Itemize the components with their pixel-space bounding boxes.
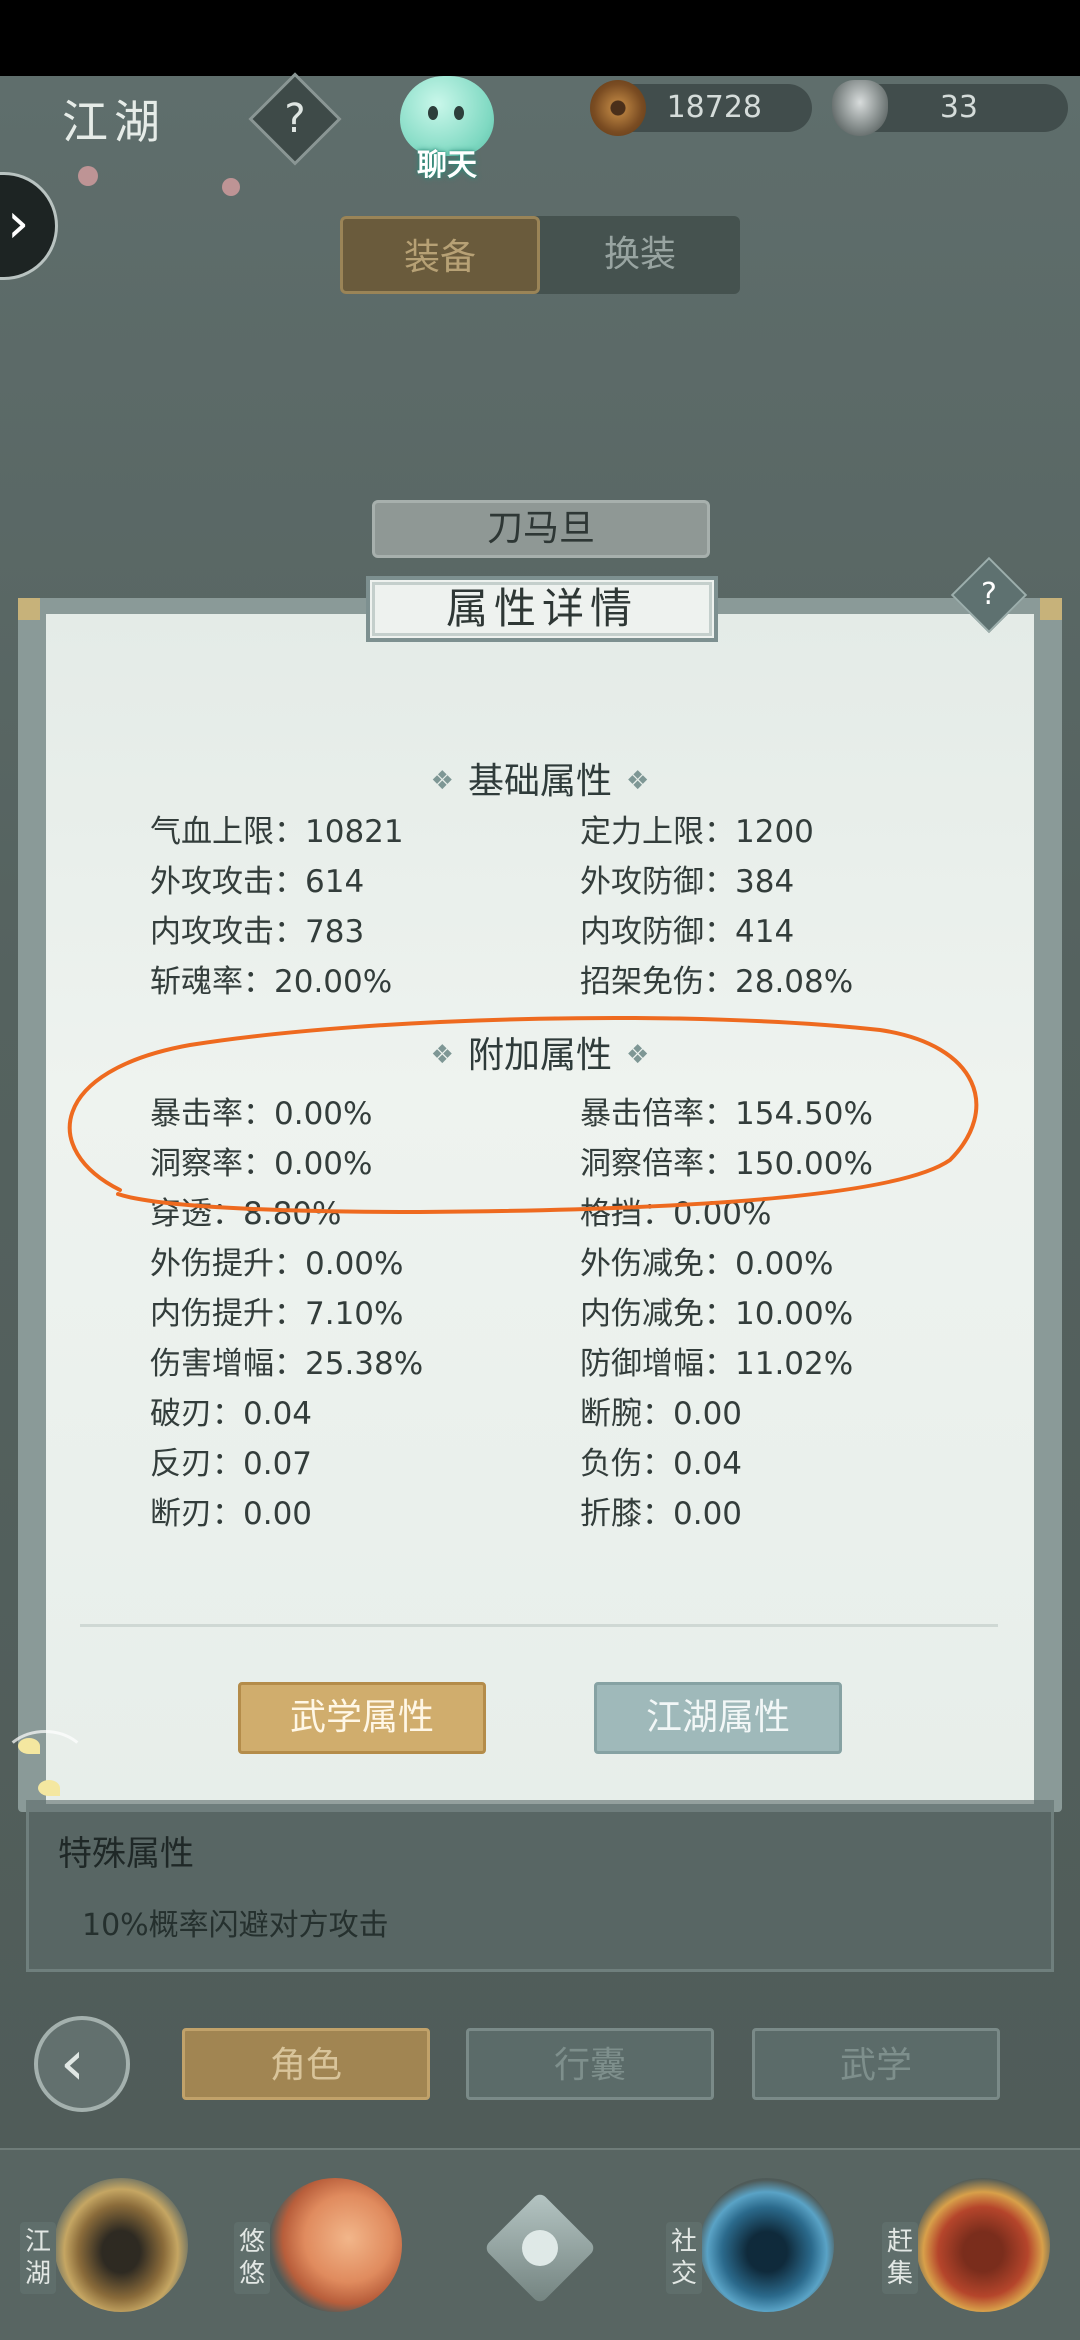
plum-blossom-icon: [222, 178, 240, 196]
straw-hat-icon: [54, 2178, 188, 2312]
basic-section-title: ❖ 基础属性 ❖: [430, 761, 650, 802]
stat-item: 气血上限：10821: [150, 814, 404, 850]
jianghu-attributes-button[interactable]: 江湖属性: [594, 1682, 842, 1754]
stat-item: 洞察率：0.00%: [150, 1146, 373, 1182]
stat-item: 外攻攻击：614: [150, 864, 365, 900]
plum-blossom-icon: [78, 166, 98, 186]
stat-item: 断刃：0.00: [150, 1496, 313, 1532]
stat-item: 伤害增幅：25.38%: [150, 1346, 424, 1382]
question-icon: ?: [981, 577, 997, 612]
copper-coin-value: 18728: [666, 90, 762, 125]
bottom-nav-youyou[interactable]: 悠悠: [228, 2168, 408, 2328]
copper-coin-counter[interactable]: 18728: [590, 80, 812, 136]
silver-ingot-icon: [832, 80, 888, 136]
character-name: 刀马旦: [372, 500, 710, 558]
stat-item: 外攻防御：384: [580, 864, 795, 900]
wave-icon: [700, 2178, 834, 2312]
status-bar: [0, 0, 1080, 76]
stat-item: 招架免伤：28.08%: [580, 964, 854, 1000]
chat-button[interactable]: 聊天: [392, 76, 502, 183]
chat-label: 聊天: [417, 148, 477, 183]
stat-item: 反刃：0.07: [150, 1446, 313, 1482]
chevron-right-icon: ›: [7, 191, 30, 256]
copper-coin-icon: [590, 80, 646, 136]
stat-item: 外伤提升：0.00%: [150, 1246, 404, 1282]
chevron-left-icon: ‹: [60, 2026, 85, 2099]
bottom-nav-label: 赶集: [882, 2222, 918, 2294]
tab-bag[interactable]: 行囊: [466, 2028, 714, 2100]
frame-corner: [1040, 598, 1062, 620]
stat-item: 负伤：0.04: [580, 1446, 743, 1482]
tab-role[interactable]: 角色: [182, 2028, 430, 2100]
butterfly-icon: [18, 1738, 40, 1754]
diamond-icon: ❖: [626, 766, 650, 796]
silver-ingot-counter[interactable]: 33: [832, 80, 1068, 136]
stat-item: 洞察倍率：150.00%: [580, 1146, 873, 1182]
swallow-icon: [268, 2178, 402, 2312]
stat-item: 穿透：8.80%: [150, 1196, 342, 1232]
stat-item: 内伤减免：10.00%: [580, 1296, 854, 1332]
stat-item: 暴击率：0.00%: [150, 1096, 373, 1132]
diamond-icon: ❖: [430, 1040, 454, 1070]
bottom-nav-market[interactable]: 赶集: [876, 2168, 1056, 2328]
stat-item: 斩魂率：20.00%: [150, 964, 393, 1000]
stat-item: 防御增幅：11.02%: [580, 1346, 854, 1382]
bottom-nav-jianghu[interactable]: 江湖: [14, 2168, 194, 2328]
stat-item: 断腕：0.00: [580, 1396, 743, 1432]
bottom-nav-label: 悠悠: [234, 2222, 270, 2294]
diamond-icon: ❖: [430, 766, 454, 796]
equip-segment: 装备 换装: [340, 216, 740, 294]
bottom-nav-social[interactable]: 社交: [660, 2168, 840, 2328]
stat-item: 折膝：0.00: [580, 1496, 743, 1532]
martial-attributes-button[interactable]: 武学属性: [238, 1682, 486, 1754]
compass-star-icon[interactable]: [482, 2190, 598, 2306]
stat-item: 破刃：0.04: [150, 1396, 313, 1432]
diamond-icon: ❖: [626, 1040, 650, 1070]
bottom-nav-label: 社交: [666, 2222, 702, 2294]
stat-item: 内攻攻击：783: [150, 914, 365, 950]
stat-item: 外伤减免：0.00%: [580, 1246, 834, 1282]
stat-item: 内伤提升：7.10%: [150, 1296, 404, 1332]
special-attribute-desc: 10%概率闪避对方攻击: [82, 1908, 389, 1943]
silver-ingot-value: 33: [939, 90, 978, 125]
panel-divider: [80, 1624, 998, 1627]
tab-swap[interactable]: 换装: [540, 216, 740, 294]
chest-icon: [916, 2178, 1050, 2312]
page-title: 江湖: [62, 95, 166, 149]
stat-item: 格挡：0.00%: [580, 1196, 772, 1232]
tab-equip[interactable]: 装备: [340, 216, 540, 294]
extra-section-title: ❖ 附加属性 ❖: [430, 1035, 650, 1076]
stat-item: 暴击倍率：154.50%: [580, 1096, 873, 1132]
question-icon: ?: [284, 96, 306, 142]
back-button[interactable]: ‹: [34, 2016, 130, 2112]
bottom-nav-label: 江湖: [20, 2222, 56, 2294]
special-attribute-title: 特殊属性: [58, 1834, 194, 1874]
tab-wuxue[interactable]: 武学: [752, 2028, 1000, 2100]
stat-item: 定力上限：1200: [580, 814, 814, 850]
panel-title: 属性详情: [366, 576, 718, 642]
stat-item: 内攻防御：414: [580, 914, 795, 950]
frame-corner: [18, 598, 40, 620]
butterfly-icon: [38, 1780, 60, 1796]
